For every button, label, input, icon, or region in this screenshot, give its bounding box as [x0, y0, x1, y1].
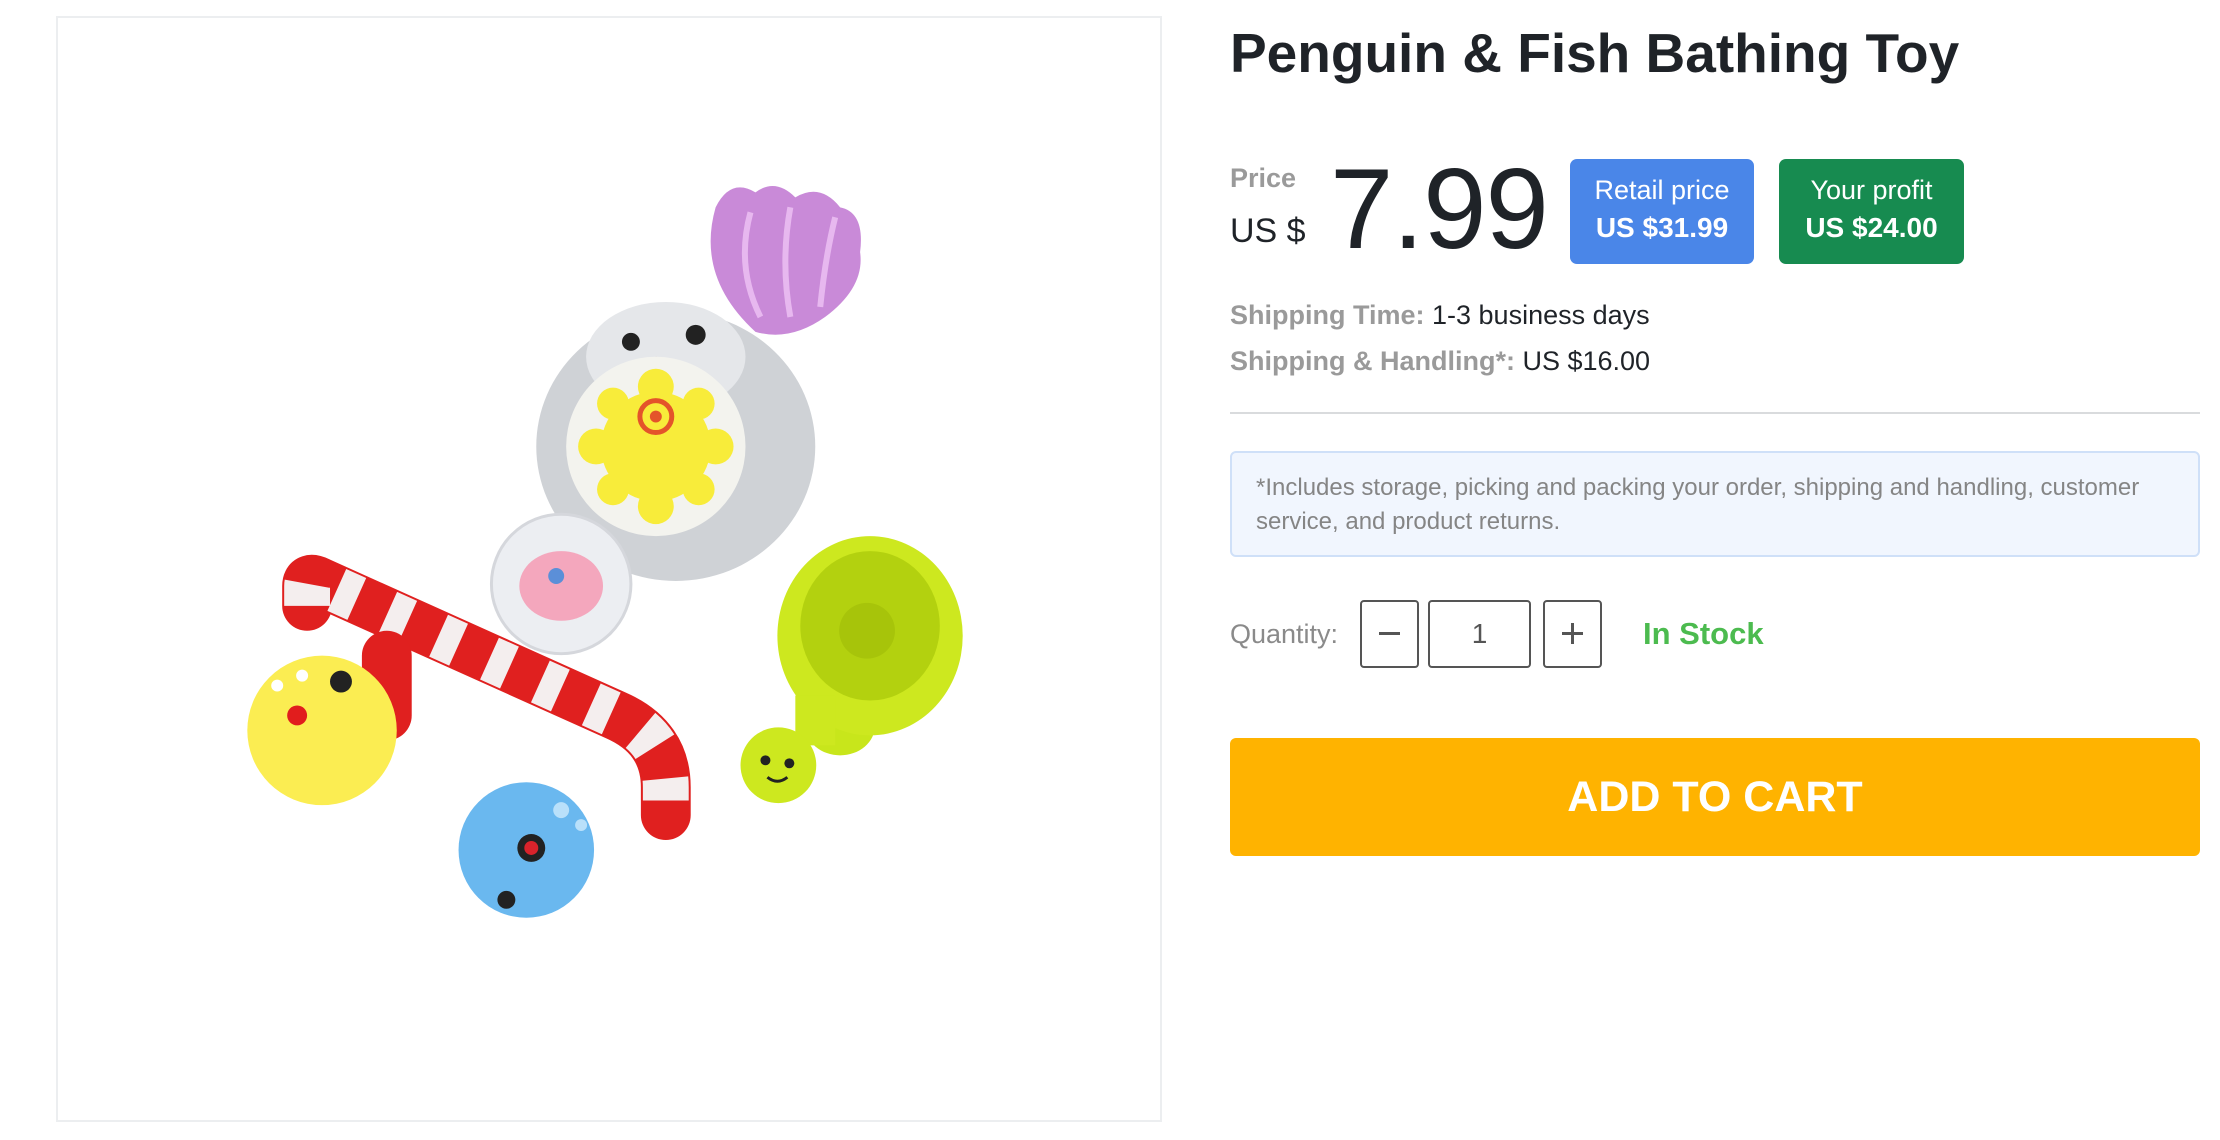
yellow-fish-piece — [247, 655, 397, 806]
quantity-label: Quantity: — [1230, 619, 1339, 649]
blue-fish-piece — [458, 782, 595, 918]
profit-badge: Your profit US $24.00 — [1779, 159, 1964, 264]
shipping-handling-label: Shipping & Handling*: — [1230, 346, 1515, 376]
profit-label: Your profit — [1810, 175, 1933, 205]
shell-piece — [710, 185, 861, 335]
ball-piece — [489, 512, 633, 656]
price-value: 7.99 — [1330, 146, 1549, 273]
product-image — [247, 185, 963, 918]
retail-price-value: US $31.99 — [1595, 212, 1729, 243]
product-image-frame — [56, 16, 1162, 1122]
shipping-handling-value: US $16.00 — [1522, 346, 1651, 376]
product-title: Penguin & Fish Bathing Toy — [1230, 22, 1960, 84]
quantity-input[interactable] — [1428, 600, 1531, 668]
shipping-time-value: 1-3 business days — [1432, 300, 1650, 330]
shipping-time-row: Shipping Time: 1-3 business days — [1230, 300, 1650, 331]
turtle-piece — [740, 536, 963, 804]
shipping-time-label: Shipping Time: — [1230, 300, 1425, 330]
add-to-cart-button[interactable]: ADD TO CART — [1230, 738, 2200, 856]
increase-quantity-button[interactable] — [1543, 600, 1602, 668]
decrease-quantity-button[interactable] — [1360, 600, 1419, 668]
price-label: Price — [1230, 163, 1297, 193]
shipping-handling-row: Shipping & Handling*: US $16.00 — [1230, 346, 1650, 377]
stock-status: In Stock — [1643, 616, 1764, 651]
divider — [1230, 412, 2200, 414]
retail-price-label: Retail price — [1594, 175, 1730, 205]
price-currency: US $ — [1230, 212, 1306, 250]
minus-icon — [1379, 632, 1400, 635]
profit-value: US $24.00 — [1805, 212, 1938, 243]
retail-price-badge: Retail price US $31.99 — [1570, 159, 1754, 264]
shipping-note: *Includes storage, picking and packing y… — [1230, 451, 2200, 557]
plus-icon — [1562, 623, 1583, 644]
